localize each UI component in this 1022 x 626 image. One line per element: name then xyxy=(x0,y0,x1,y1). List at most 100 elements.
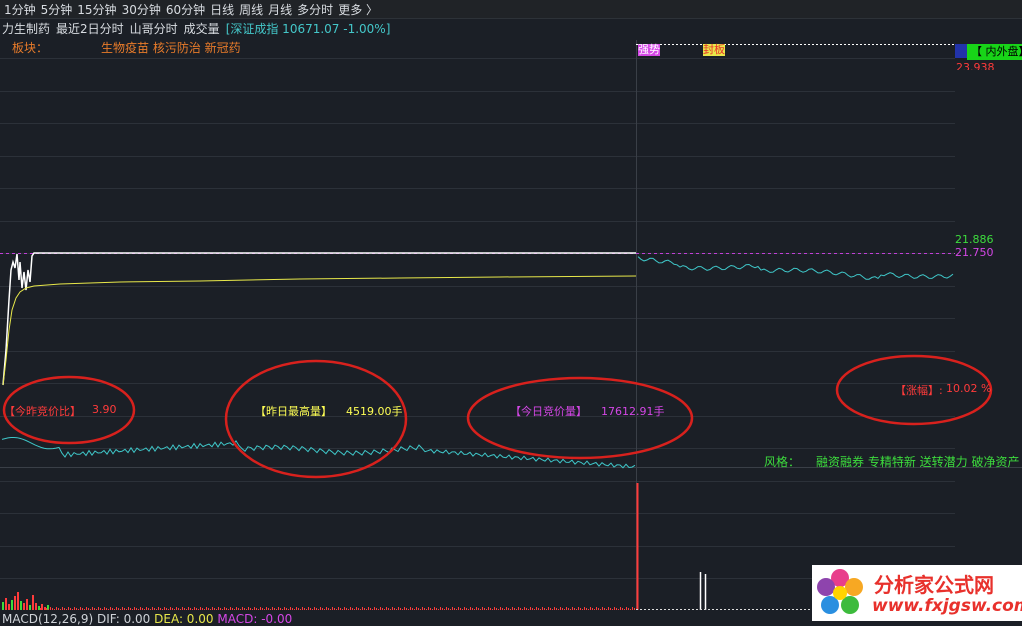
volume-bar xyxy=(488,607,489,610)
volume-bar xyxy=(252,609,253,610)
volume-bar xyxy=(114,609,115,610)
volume-bar xyxy=(284,607,285,610)
indicator-line xyxy=(1,437,636,469)
volume-bar xyxy=(190,608,191,610)
price-top: 23.938 xyxy=(956,62,995,70)
volume-bar xyxy=(558,609,559,610)
inner-outer-badge[interactable]: 【 内外盘】 xyxy=(967,44,1022,60)
volume-bar xyxy=(224,607,225,610)
volume-bar xyxy=(634,608,635,610)
volume-bar xyxy=(182,607,183,610)
volume-bar xyxy=(346,608,347,610)
volume-bar xyxy=(594,609,595,610)
volume-bar xyxy=(414,609,415,610)
volume-bar xyxy=(206,607,207,610)
volume-bar xyxy=(422,607,423,610)
volume-bar xyxy=(306,609,307,610)
volume-bar xyxy=(406,608,407,610)
volume-bar xyxy=(232,608,233,610)
volume-bar xyxy=(214,608,215,610)
volume-bar xyxy=(322,608,323,610)
volume-bar xyxy=(166,608,167,610)
volume-bar xyxy=(582,609,583,610)
volume-bar xyxy=(46,608,47,610)
volume-bar xyxy=(498,609,499,610)
volume-bar xyxy=(358,608,359,610)
volume-bar xyxy=(576,609,577,610)
volume-bar xyxy=(280,608,281,610)
volume-bar xyxy=(164,607,165,610)
sector-values: 生物疫苗 核污防治 新冠药 xyxy=(101,41,241,55)
volume-bar xyxy=(348,609,349,610)
volume-bar xyxy=(560,607,561,610)
volume-bar xyxy=(464,607,465,610)
volume-bar xyxy=(616,608,617,610)
average-price-line xyxy=(2,275,637,386)
volume-bar xyxy=(456,609,457,610)
volume-bar xyxy=(372,609,373,610)
volume-bar xyxy=(64,608,65,610)
volume-bar xyxy=(412,608,413,610)
macd-title: MACD(12,26,9) xyxy=(2,612,94,626)
volume-bar xyxy=(528,609,529,610)
chart-canvas xyxy=(0,40,1022,610)
volume-bar xyxy=(614,607,615,610)
volume-bar xyxy=(174,609,175,610)
volume-bar xyxy=(216,609,217,610)
volume-bar xyxy=(11,600,13,610)
volume-bar xyxy=(154,608,155,610)
volume-bar xyxy=(534,609,535,610)
volume-bar xyxy=(462,609,463,610)
volume-bar xyxy=(262,608,263,610)
volume-bar xyxy=(102,609,103,610)
price-ref: 21.750 xyxy=(955,246,994,259)
volume-bar xyxy=(606,609,607,610)
volume-bar xyxy=(140,607,141,610)
volume-bar xyxy=(238,608,239,610)
volume-bar xyxy=(138,609,139,610)
volume-bar xyxy=(320,607,321,610)
volume-bar xyxy=(552,609,553,610)
volume-bar xyxy=(270,609,271,610)
volume-bar xyxy=(454,608,455,610)
today-value: 17612.91手 xyxy=(601,405,665,418)
site-logo: 分析家公式网 www.fxjgsw.com xyxy=(812,565,1022,621)
volume-bar xyxy=(330,609,331,610)
volume-bar xyxy=(240,609,241,610)
volume-bar xyxy=(100,608,101,610)
sector-label: 板块： xyxy=(12,41,49,55)
volume-bar xyxy=(218,607,219,610)
volume-bar xyxy=(308,607,309,610)
volume-bar xyxy=(622,608,623,610)
rise-value: 10.02 % xyxy=(946,382,992,395)
volume-bar xyxy=(20,601,22,610)
volume-bar xyxy=(118,608,119,610)
volume-bar xyxy=(116,607,117,610)
volume-bar xyxy=(482,607,483,610)
volume-bar xyxy=(628,608,629,610)
volume-bar xyxy=(480,609,481,610)
volume-bar xyxy=(428,607,429,610)
volume-bar xyxy=(566,607,567,610)
volume-bar xyxy=(302,607,303,610)
volume-bar xyxy=(324,609,325,610)
strong-chip: 强势 xyxy=(638,43,660,56)
volume-bar xyxy=(344,607,345,610)
volume-bar xyxy=(222,609,223,610)
volume-bar xyxy=(144,609,145,610)
volume-bar xyxy=(336,609,337,610)
volume-bar xyxy=(80,607,81,610)
volume-bar xyxy=(256,608,257,610)
volume-bar xyxy=(526,608,527,610)
volume-bar xyxy=(90,609,91,610)
volume-bar xyxy=(426,609,427,610)
volume-bar xyxy=(334,608,335,610)
volume-bar xyxy=(442,608,443,610)
volume-bar xyxy=(446,607,447,610)
volume-bar xyxy=(550,608,551,610)
volume-bar xyxy=(612,609,613,610)
volume-bar xyxy=(78,609,79,610)
macd-value: MACD: -0.00 xyxy=(217,612,293,626)
volume-bar xyxy=(242,607,243,610)
volume-bar xyxy=(176,607,177,610)
